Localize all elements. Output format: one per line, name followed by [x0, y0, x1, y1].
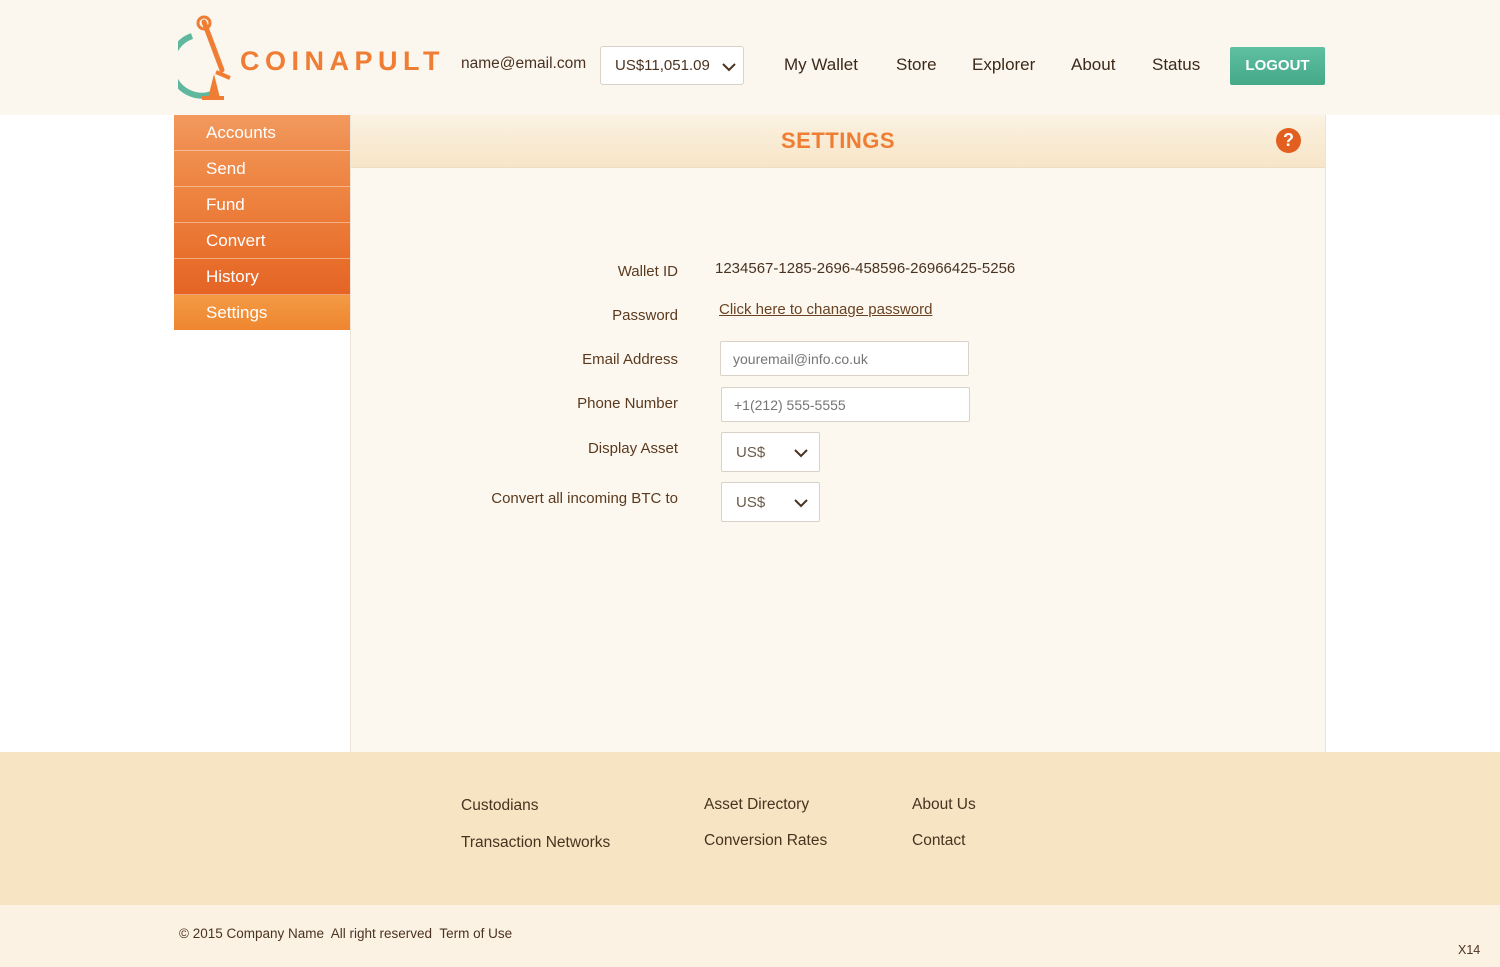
copyright-text: © 2015 Company Name All right reserved T…: [179, 926, 513, 941]
footer-link-custodians[interactable]: Custodians: [461, 797, 539, 815]
sidebar-menu: Accounts Send Fund Convert History Setti…: [174, 115, 360, 330]
help-icon[interactable]: ?: [1276, 128, 1301, 153]
display-asset-value: US$: [736, 444, 766, 461]
password-label: Password: [612, 307, 678, 324]
convert-btc-value: US$: [736, 494, 766, 511]
balance-dropdown[interactable]: US$11,051.09: [600, 46, 744, 85]
brand-wordmark: COINAPULT: [240, 46, 445, 76]
top-header: COINAPULT name@email.com US$11,051.09 My…: [0, 0, 1500, 115]
phone-label: Phone Number: [577, 395, 678, 412]
panel-header: SETTINGS ?: [351, 115, 1325, 168]
logout-button[interactable]: LOGOUT: [1230, 47, 1325, 85]
footer-link-contact[interactable]: Contact: [912, 832, 965, 850]
footer-link-about-us[interactable]: About Us: [912, 796, 976, 814]
email-field[interactable]: [720, 341, 969, 376]
nav-explorer[interactable]: Explorer: [972, 55, 1035, 75]
sidebar-item-convert[interactable]: Convert: [174, 223, 351, 259]
sidebar-item-history[interactable]: History: [174, 259, 351, 295]
chevron-down-icon: [794, 499, 808, 508]
site-footer: Custodians Transaction Networks Asset Di…: [0, 752, 1500, 905]
nav-my-wallet[interactable]: My Wallet: [784, 55, 858, 75]
coinapult-logo[interactable]: COINAPULT: [178, 14, 448, 106]
page-title: SETTINGS: [780, 128, 895, 153]
convert-btc-select[interactable]: US$: [721, 482, 820, 522]
wallet-id-value: 1234567-1285-2696-458596-26966425-5256: [715, 260, 1016, 277]
bottom-bar: © 2015 Company Name All right reserved T…: [0, 905, 1500, 967]
display-asset-label: Display Asset: [587, 440, 678, 457]
footer-link-transaction-networks[interactable]: Transaction Networks: [461, 834, 610, 852]
nav-status[interactable]: Status: [1152, 55, 1200, 75]
footer-link-asset-directory[interactable]: Asset Directory: [704, 796, 809, 814]
nav-about[interactable]: About: [1071, 55, 1115, 75]
email-label: Email Address: [582, 351, 678, 368]
display-asset-select[interactable]: US$: [721, 432, 820, 472]
sidebar-item-settings[interactable]: Settings: [174, 295, 360, 330]
convert-btc-label: Convert all incoming BTC to: [491, 490, 678, 507]
sidebar-item-send[interactable]: Send: [174, 151, 351, 187]
balance-value: US$11,051.09: [615, 57, 710, 74]
footer-link-conversion-rates[interactable]: Conversion Rates: [704, 832, 827, 850]
phone-field[interactable]: [721, 387, 970, 422]
sidebar-item-accounts[interactable]: Accounts: [174, 115, 351, 151]
change-password-link[interactable]: Click here to chanage password: [719, 301, 932, 318]
chevron-down-icon: [794, 449, 808, 458]
catapult-logo-icon: [178, 15, 231, 100]
chevron-down-icon: [722, 63, 736, 72]
sidebar-item-fund[interactable]: Fund: [174, 187, 351, 223]
nav-store[interactable]: Store: [896, 55, 937, 75]
wallet-id-label: Wallet ID: [617, 263, 678, 280]
user-email: name@email.com: [461, 55, 587, 72]
page-id: X14: [1458, 943, 1481, 957]
